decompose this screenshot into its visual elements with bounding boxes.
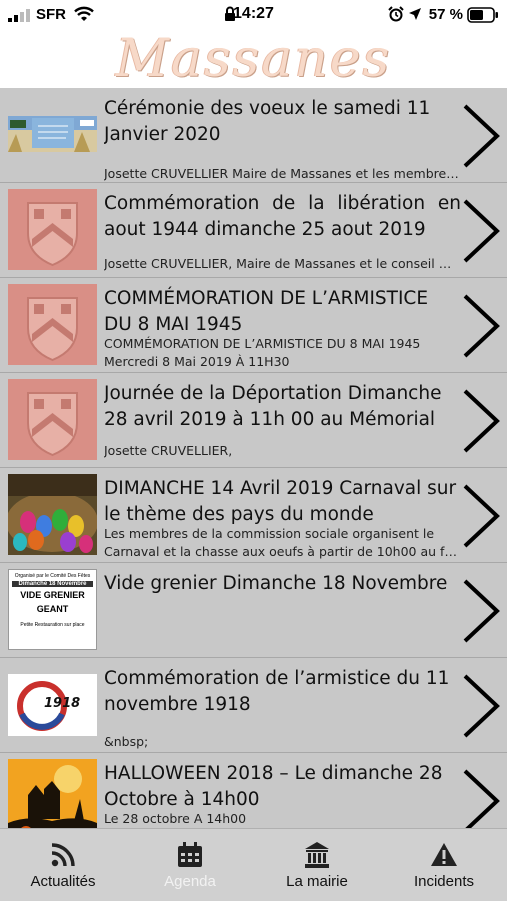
rss-icon — [51, 843, 75, 867]
poster-line: Organisé par le Comité Des Fêtes — [14, 573, 91, 579]
poster-line: VIDE GRENIER — [20, 590, 85, 600]
item-title: DIMANCHE 14 Avril 2019 Carnaval sur le t… — [104, 478, 457, 525]
status-bar: SFR 14:27 57 % — [0, 0, 507, 30]
list-item[interactable]: HALLOWEEN 2018 – Le dimanche 28 Octobre … — [0, 753, 507, 828]
item-title: Cérémonie des voeux le samedi 11 Janvier… — [104, 98, 431, 145]
armistice-year: 1918 — [44, 696, 81, 711]
chevron-right-icon[interactable] — [461, 579, 501, 643]
item-subtitle: Josette CRUVELLIER, — [104, 443, 233, 458]
item-title: HALLOWEEN 2018 – Le dimanche 28 Octobre … — [104, 763, 443, 810]
calendar-icon — [178, 842, 202, 867]
item-thumbnail — [8, 94, 97, 175]
halloween-thumbnail — [8, 759, 97, 828]
tab-la-mairie[interactable]: La mairie — [254, 829, 380, 901]
battery-percent: 57 % — [428, 6, 463, 23]
chevron-right-icon[interactable] — [461, 199, 501, 263]
battery-icon — [467, 7, 498, 23]
chevron-right-icon[interactable] — [461, 104, 501, 168]
list-item[interactable]: Journée de la Déportation Dimanche 28 av… — [0, 373, 507, 468]
list-item[interactable]: Cérémonie des voeux le samedi 11 Janvier… — [0, 88, 507, 183]
list-item[interactable]: DIMANCHE 14 Avril 2019 Carnaval sur le t… — [0, 468, 507, 563]
armistice-thumbnail: 1918 — [8, 674, 97, 736]
location-icon — [409, 8, 421, 20]
item-title: Journée de la Déportation Dimanche 28 av… — [104, 383, 442, 430]
item-subtitle: COMMÉMORATION DE L’ARMISTICE DU 8 MAI 19… — [104, 336, 421, 351]
news-list[interactable]: Cérémonie des voeux le samedi 11 Janvier… — [0, 88, 507, 828]
town-hall-icon — [305, 842, 329, 868]
chevron-right-icon[interactable] — [461, 769, 501, 828]
poster-line: GEANT — [36, 604, 69, 614]
item-subtitle: Le 28 octobre A 14h00 — [104, 811, 247, 826]
item-title: COMMÉMORATION DE L’ARMISTICE DU 8 MAI 19… — [104, 288, 429, 335]
warning-icon — [431, 843, 457, 866]
list-item[interactable]: Organisé par le Comité Des Fêtes Dimanch… — [0, 563, 507, 658]
alarm-icon — [388, 6, 404, 22]
tab-agenda[interactable]: Agenda — [127, 829, 253, 901]
list-item[interactable]: COMMÉMORATION DE L’ARMISTICE DU 8 MAI 19… — [0, 278, 507, 373]
poster-thumbnail: Organisé par le Comité Des Fêtes Dimanch… — [8, 569, 97, 650]
item-subtitle: Josette CRUVELLIER Maire de Massanes et … — [104, 166, 461, 181]
tab-incidents[interactable]: Incidents — [381, 829, 507, 901]
app-header: Massanes — [0, 30, 507, 88]
poster-line: Dimanche 18 Novembre — [12, 581, 93, 587]
poster-line: Petite Restauration sur place — [20, 622, 85, 628]
item-subtitle: Les membres de la commission sociale org… — [104, 526, 435, 541]
item-extra: Carnaval et la chasse aux oeufs à partir… — [104, 544, 461, 559]
item-title: Commémoration de la libération en aout 1… — [104, 193, 461, 240]
list-item[interactable]: Commémoration de la libération en aout 1… — [0, 183, 507, 278]
tab-label: Incidents — [413, 873, 475, 890]
list-item[interactable]: 1918 Commémoration de l’armistice du 11 … — [0, 658, 507, 753]
tab-label: Actualités — [30, 873, 96, 890]
item-extra: Mercredi 8 Mai 2019 À 11H30 — [104, 354, 290, 369]
chevron-right-icon[interactable] — [461, 389, 501, 453]
tab-label: Agenda — [164, 873, 216, 890]
item-subtitle: &nbsp; — [104, 734, 149, 749]
chevron-right-icon[interactable] — [461, 484, 501, 548]
item-subtitle: Josette CRUVELLIER, Maire de Massanes et… — [104, 256, 461, 271]
item-title: Commémoration de l’armistice du 11 novem… — [104, 668, 450, 715]
tab-label: La mairie — [286, 873, 348, 890]
crest-thumbnail — [8, 379, 97, 460]
tab-bar: Actualités Agenda La mairie Incidents — [0, 828, 507, 901]
tab-actualites[interactable]: Actualités — [0, 829, 126, 901]
crest-thumbnail — [8, 189, 97, 270]
crest-thumbnail — [8, 284, 97, 365]
chevron-right-icon[interactable] — [461, 674, 501, 738]
chevron-right-icon[interactable] — [461, 294, 501, 358]
app-title: Massanes — [115, 29, 392, 89]
eggs-thumbnail — [8, 474, 97, 555]
item-title: Vide grenier Dimanche 18 Novembre — [104, 573, 448, 594]
